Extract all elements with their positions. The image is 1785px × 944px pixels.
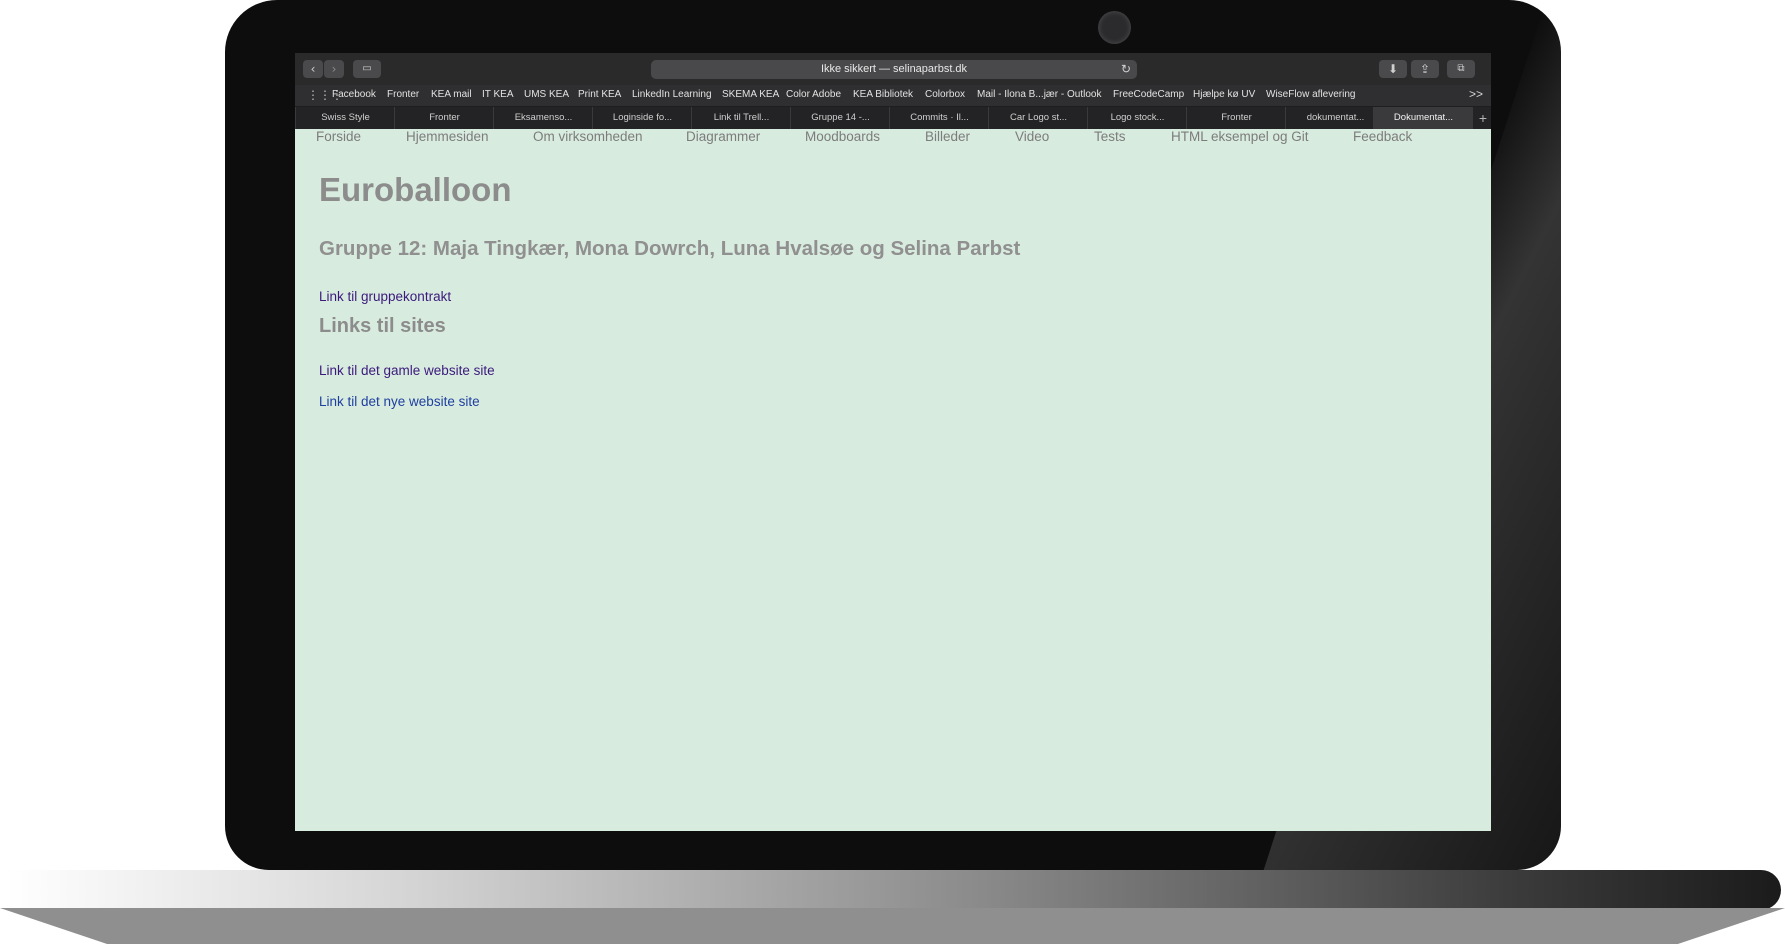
site-nav: Forside Hjemmesiden Om virksomheden Diag… — [295, 129, 1491, 149]
browser-tab[interactable]: Fronter — [1186, 107, 1286, 129]
address-bar[interactable]: Ikke sikkert — selinaparbst.dk ↻ — [651, 60, 1137, 79]
nav-item-diagrammer[interactable]: Diagrammer — [686, 129, 760, 144]
nav-item-tests[interactable]: Tests — [1094, 129, 1126, 144]
bookmark-item[interactable]: Facebook — [332, 89, 376, 100]
tabs-overview-icon[interactable]: ⧉ — [1447, 60, 1475, 78]
nav-item-forside[interactable]: Forside — [316, 129, 361, 144]
webcam-icon — [1098, 11, 1131, 44]
bookmark-item[interactable]: KEA mail — [431, 89, 472, 100]
browser-toolbar: ‹ › ▭ Ikke sikkert — selinaparbst.dk ↻ ⬇… — [295, 53, 1491, 86]
bookmark-item[interactable]: Hjælpe kø UV — [1193, 89, 1255, 100]
back-icon[interactable]: ‹ — [303, 60, 323, 78]
more-bookmarks-icon[interactable]: >> — [1469, 87, 1483, 101]
bookmark-item[interactable]: FreeCodeCamp — [1113, 89, 1184, 100]
browser-tab[interactable]: Gruppe 14 -... — [790, 107, 890, 129]
page-content: Forside Hjemmesiden Om virksomheden Diag… — [295, 129, 1491, 831]
nav-item-om-virksomheden[interactable]: Om virksomheden — [533, 129, 643, 144]
nav-item-moodboards[interactable]: Moodboards — [805, 129, 880, 144]
bookmark-item[interactable]: Colorbox — [925, 89, 965, 100]
browser-tab-active[interactable]: Dokumentat... — [1373, 107, 1473, 129]
bookmark-item[interactable]: SKEMA KEA — [722, 89, 779, 100]
group-heading: Gruppe 12: Maja Tingkær, Mona Dowrch, Lu… — [319, 237, 1021, 260]
bookmark-item[interactable]: KEA Bibliotek — [853, 89, 913, 100]
browser-tab[interactable]: Commits · Il... — [889, 107, 989, 129]
bookmarks-bar: ⋮⋮⋮ Facebook Fronter KEA mail IT KEA UMS… — [295, 85, 1491, 107]
bookmark-item[interactable]: Mail - Ilona B...jær - Outlook — [977, 89, 1101, 100]
browser-tab[interactable]: Fronter — [394, 107, 494, 129]
nav-item-video[interactable]: Video — [1015, 129, 1049, 144]
browser-tab[interactable]: Link til Trell... — [691, 107, 791, 129]
nav-item-hjemmesiden[interactable]: Hjemmesiden — [406, 129, 489, 144]
browser-tab[interactable]: dokumentat... — [1285, 107, 1385, 129]
old-site-link[interactable]: Link til det gamle website site — [319, 363, 495, 378]
tab-bar: Swiss Style Fronter Eksamenso... Loginsi… — [295, 107, 1491, 129]
reload-icon[interactable]: ↻ — [1121, 60, 1131, 79]
bookmark-item[interactable]: Print KEA — [578, 89, 621, 100]
browser-window: ‹ › ▭ Ikke sikkert — selinaparbst.dk ↻ ⬇… — [295, 53, 1491, 831]
nav-item-html-eksempel-og-git[interactable]: HTML eksempel og Git — [1171, 129, 1309, 144]
browser-tab[interactable]: Swiss Style — [295, 107, 395, 129]
browser-tab[interactable]: Car Logo st... — [988, 107, 1088, 129]
bookmark-item[interactable]: Color Adobe — [786, 89, 841, 100]
bookmark-item[interactable]: IT KEA — [482, 89, 514, 100]
bookmark-item[interactable]: WiseFlow aflevering — [1266, 89, 1355, 100]
address-text: Ikke sikkert — selinaparbst.dk — [820, 63, 968, 75]
sidebar-toggle-icon[interactable]: ▭ — [353, 60, 381, 78]
laptop-base-bottom — [0, 908, 1785, 944]
bookmark-item[interactable]: Fronter — [387, 89, 419, 100]
group-contract-link[interactable]: Link til gruppekontrakt — [319, 289, 451, 304]
sites-heading: Links til sites — [319, 315, 446, 337]
browser-tab[interactable]: Eksamenso... — [493, 107, 593, 129]
browser-tab[interactable]: Loginside fo... — [592, 107, 692, 129]
download-icon[interactable]: ⬇ — [1379, 60, 1407, 78]
nav-item-feedback[interactable]: Feedback — [1353, 129, 1412, 144]
new-site-link[interactable]: Link til det nye website site — [319, 394, 480, 409]
bookmark-item[interactable]: LinkedIn Learning — [632, 89, 712, 100]
share-icon[interactable]: ⇪ — [1411, 60, 1439, 78]
page-title: Euroballoon — [319, 171, 512, 208]
laptop-base — [6, 870, 1781, 910]
bookmark-item[interactable]: UMS KEA — [524, 89, 569, 100]
forward-icon[interactable]: › — [324, 60, 344, 78]
nav-item-billeder[interactable]: Billeder — [925, 129, 970, 144]
browser-tab[interactable]: Logo stock... — [1087, 107, 1187, 129]
new-tab-icon[interactable]: + — [1479, 107, 1487, 129]
